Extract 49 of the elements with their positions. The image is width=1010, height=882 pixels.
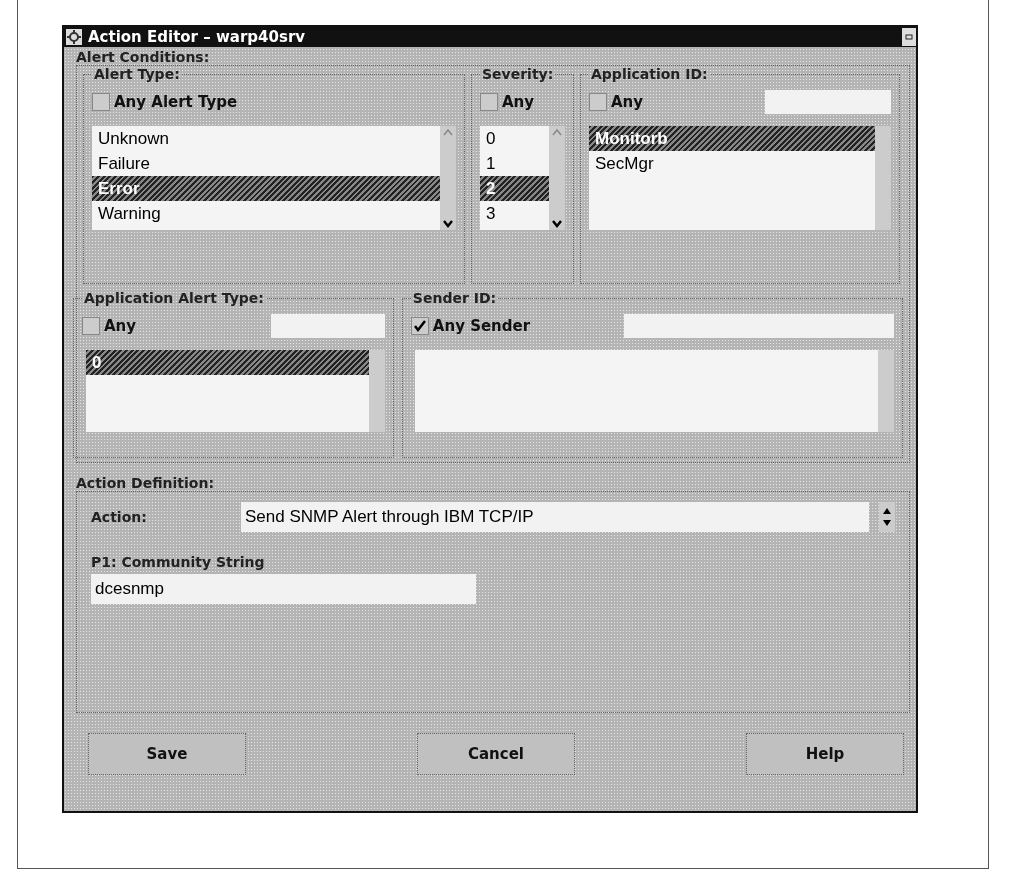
dialog-button[interactable]: Cancel bbox=[417, 733, 575, 775]
list-item[interactable]: Monitorb bbox=[589, 126, 875, 151]
any-checkbox[interactable]: Any Alert Type bbox=[92, 93, 238, 111]
any-checkbox[interactable]: Any bbox=[589, 93, 644, 111]
any-checkbox[interactable]: Any bbox=[480, 93, 535, 111]
scroll-down-icon[interactable] bbox=[443, 220, 453, 228]
list-item[interactable]: Failure bbox=[92, 151, 440, 176]
group-label: Severity: bbox=[481, 66, 555, 82]
list-item[interactable]: 0 bbox=[86, 350, 369, 375]
spin-button[interactable] bbox=[879, 502, 895, 532]
scrollbar[interactable] bbox=[875, 126, 891, 230]
list-item[interactable]: 3 bbox=[480, 201, 549, 226]
list-item[interactable]: Error bbox=[92, 176, 440, 201]
scroll-down-icon[interactable] bbox=[552, 220, 562, 228]
any-checkbox[interactable]: Any Sender bbox=[410, 317, 531, 335]
scroll-up-icon[interactable] bbox=[552, 128, 562, 136]
field-label: P1: Community String bbox=[91, 554, 266, 570]
input-field[interactable] bbox=[270, 314, 385, 338]
minimize-button[interactable] bbox=[902, 28, 916, 46]
dialog-button[interactable]: Help bbox=[746, 733, 904, 775]
any-checkbox[interactable]: Any bbox=[82, 317, 137, 335]
scrollbar[interactable] bbox=[549, 126, 565, 230]
list-item[interactable]: 0 bbox=[480, 126, 549, 151]
gear-icon[interactable] bbox=[66, 29, 82, 45]
minimize-icon bbox=[905, 34, 913, 40]
group-label: Application Alert Type: bbox=[83, 290, 265, 306]
list-item[interactable]: SecMgr bbox=[589, 151, 875, 176]
spin-arrows-icon bbox=[882, 506, 892, 528]
list-item[interactable]: Warning bbox=[92, 201, 440, 226]
input-field[interactable] bbox=[765, 90, 891, 114]
group-label: Alert Type: bbox=[93, 66, 181, 82]
group-label: Sender ID: bbox=[411, 290, 498, 306]
checkmark-icon bbox=[412, 319, 427, 333]
input-field[interactable] bbox=[624, 314, 894, 338]
section-label: Alert Conditions: bbox=[75, 49, 211, 65]
list-item[interactable]: 1 bbox=[480, 151, 549, 176]
list-item[interactable]: 2 bbox=[480, 176, 549, 201]
list-box[interactable] bbox=[414, 350, 894, 432]
input-field[interactable]: dcesnmp bbox=[91, 574, 476, 604]
field-label: Action: bbox=[91, 509, 148, 525]
scrollbar[interactable] bbox=[440, 126, 456, 230]
group-label: Application ID: bbox=[590, 66, 709, 82]
scrollbar[interactable] bbox=[878, 350, 894, 432]
action-field[interactable]: Send SNMP Alert through IBM TCP/IP bbox=[241, 502, 869, 532]
scroll-up-icon[interactable] bbox=[443, 128, 453, 136]
list-item[interactable]: Unknown bbox=[92, 126, 440, 151]
section-label: Action Definition: bbox=[75, 475, 216, 491]
window-title: Action Editor – warp40srv bbox=[88, 28, 306, 46]
dialog-button[interactable]: Save bbox=[88, 733, 246, 775]
